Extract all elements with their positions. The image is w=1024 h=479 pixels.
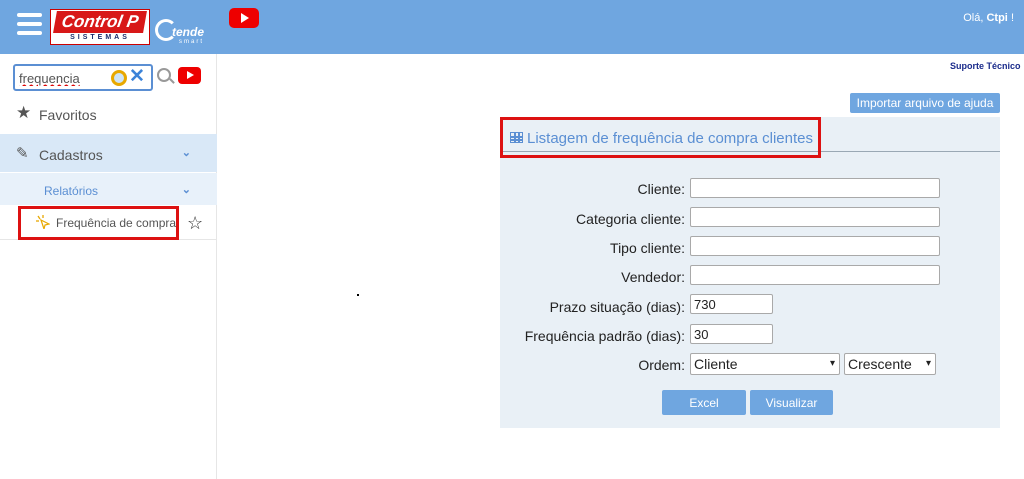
search-icon[interactable] (157, 68, 171, 82)
search-highlight-icon[interactable] (111, 70, 127, 86)
visualizar-button[interactable]: Visualizar (750, 390, 833, 415)
categoria-cliente-input[interactable] (690, 207, 940, 227)
ordem-label: Ordem: (638, 357, 685, 373)
prazo-situacao-input[interactable] (690, 294, 773, 314)
controlp-logo[interactable]: Control P SISTEMAS (50, 9, 150, 45)
youtube-help-icon[interactable] (178, 67, 201, 84)
top-bar: Control P SISTEMAS tende smart Olá, Ctpi… (0, 0, 1024, 54)
panel-header: Listagem de frequência de compra cliente… (500, 117, 1000, 158)
sidebar-item-favoritos[interactable]: ★ Favoritos (0, 100, 217, 130)
cliente-input[interactable] (690, 178, 940, 198)
vendedor-label: Vendedor: (621, 269, 685, 285)
sidebar: ✕ ★ Favoritos ✎ Cadastros ⌄ Relatórios ⌄… (0, 54, 217, 479)
atende-logo[interactable]: tende smart (155, 17, 210, 49)
sidebar-item-label: Frequência de compra (56, 216, 177, 230)
prazo-label: Prazo situação (dias): (549, 299, 685, 315)
menu-search-box: ✕ (13, 64, 153, 91)
greeting-prefix: Olá, (963, 12, 984, 24)
frequencia-padrao-input[interactable] (690, 324, 773, 344)
ordem-selected-value: Cliente (694, 356, 738, 372)
menu-search-input[interactable] (19, 69, 104, 87)
report-panel: Listagem de frequência de compra cliente… (500, 117, 1000, 428)
stray-dot (357, 294, 359, 296)
sidebar-item-label: Relatórios (44, 184, 99, 198)
atende-text: tende (172, 25, 205, 39)
user-greeting[interactable]: Olá, Ctpi ! (963, 12, 1014, 24)
vendedor-input[interactable] (690, 265, 940, 285)
table-icon (510, 132, 523, 143)
sidebar-item-cadastros[interactable]: ✎ Cadastros ⌄ (0, 134, 217, 172)
sidebar-item-frequencia-compra[interactable]: Frequência de compra ☆ (0, 206, 217, 240)
menu-icon[interactable] (17, 13, 42, 35)
support-link[interactable]: Suporte Técnico (950, 61, 1021, 71)
logo-main-text: Control P (53, 11, 147, 33)
panel-title: Listagem de frequência de compra cliente… (527, 130, 813, 147)
import-help-button[interactable]: Importar arquivo de ajuda (850, 93, 1000, 113)
categoria-label: Categoria cliente: (576, 211, 685, 227)
direcao-select[interactable]: Crescente ▾ (844, 353, 936, 375)
chevron-down-icon: ⌄ (181, 184, 191, 196)
youtube-icon[interactable] (229, 8, 259, 28)
sidebar-item-label: Cadastros (39, 147, 103, 163)
click-cursor-icon (36, 215, 50, 229)
chevron-down-icon: ▾ (925, 358, 931, 369)
ordem-select[interactable]: Cliente ▾ (690, 353, 840, 375)
edit-icon: ✎ (16, 145, 29, 162)
tipo-label: Tipo cliente: (610, 240, 685, 256)
atende-sub-text: smart (179, 39, 204, 45)
direcao-selected-value: Crescente (848, 356, 912, 372)
favorite-star-icon[interactable]: ☆ (187, 213, 203, 234)
star-icon: ★ (16, 103, 32, 122)
tipo-cliente-input[interactable] (690, 236, 940, 256)
cliente-label: Cliente: (637, 181, 685, 197)
logo-sub-text: SISTEMAS (70, 34, 130, 41)
frequencia-label: Frequência padrão (dias): (524, 328, 685, 344)
clear-search-icon[interactable]: ✕ (129, 67, 145, 87)
chevron-down-icon: ⌄ (181, 147, 191, 159)
chevron-down-icon: ▾ (829, 358, 835, 369)
sidebar-item-label: Favoritos (39, 107, 97, 123)
user-name: Ctpi (986, 12, 1008, 24)
sidebar-item-relatorios[interactable]: Relatórios ⌄ (0, 173, 217, 205)
excel-button[interactable]: Excel (662, 390, 746, 415)
greeting-suffix: ! (1010, 12, 1014, 24)
